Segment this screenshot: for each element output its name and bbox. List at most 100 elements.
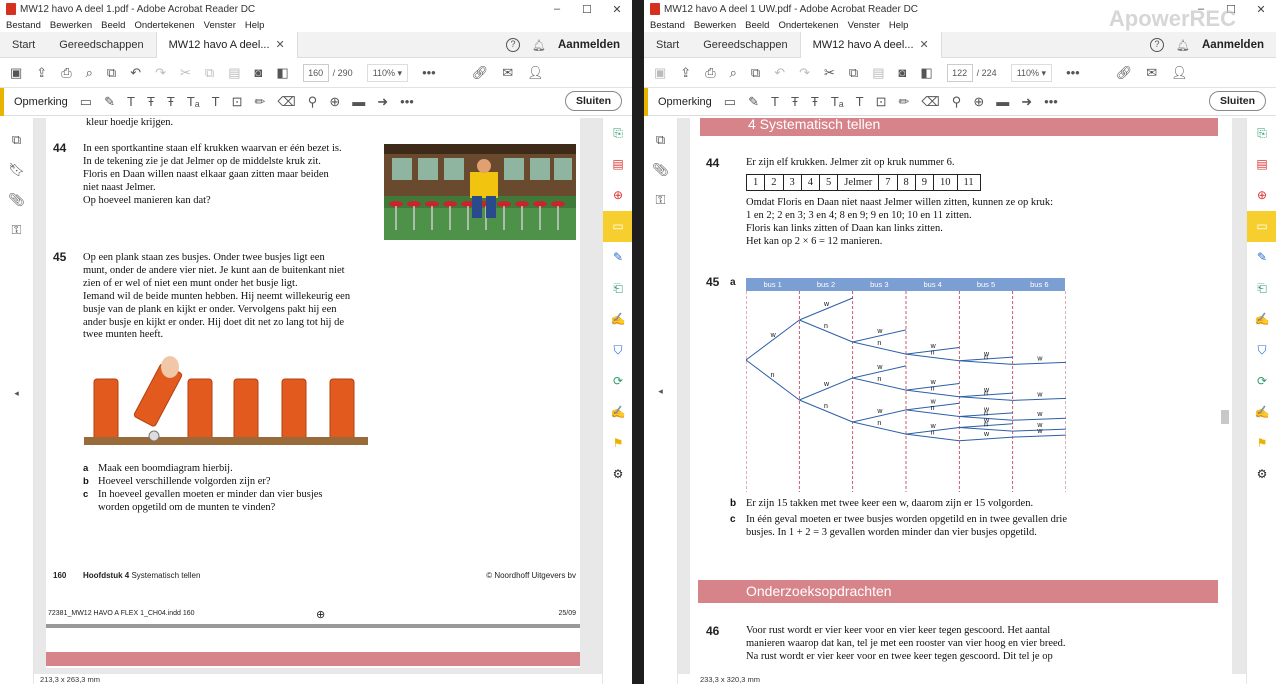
attachment-icon[interactable]: 📎︎ bbox=[0, 192, 33, 208]
edit-pdf-icon[interactable]: ✎ bbox=[603, 242, 632, 273]
comment-icon[interactable]: ▭ bbox=[80, 94, 92, 110]
textbox-icon[interactable]: ⊡ bbox=[876, 94, 887, 110]
more-icon[interactable]: ••• bbox=[422, 65, 436, 80]
strikethrough-icon[interactable]: Ŧ bbox=[791, 94, 799, 109]
insert-text-icon[interactable]: Tₐ bbox=[831, 94, 844, 109]
bell-icon[interactable]: 🔔︎ bbox=[1176, 39, 1190, 52]
save-icon[interactable]: ▣ bbox=[10, 65, 22, 81]
search-icon[interactable]: ⌕ bbox=[730, 65, 737, 81]
save-icon[interactable]: ▣ bbox=[654, 65, 666, 81]
copy-icon[interactable]: ⧉ bbox=[849, 65, 858, 81]
replace-text-icon[interactable]: Ŧ bbox=[811, 94, 819, 109]
add-user-icon[interactable]: 👤︎ bbox=[527, 65, 544, 81]
arrow-icon[interactable]: ➜ bbox=[1021, 94, 1032, 110]
link-icon[interactable]: 🔗︎ bbox=[472, 65, 489, 81]
organize-icon[interactable]: ▤ bbox=[603, 149, 632, 180]
menu-edit[interactable]: Bewerken bbox=[50, 20, 92, 31]
customize-icon[interactable]: ⚙ bbox=[603, 459, 632, 490]
add-user-icon[interactable]: 👤︎ bbox=[1171, 65, 1188, 81]
fill-sign-icon[interactable]: ✍ bbox=[603, 304, 632, 335]
menu-help[interactable]: Help bbox=[245, 20, 265, 31]
create-pdf-icon[interactable]: ⊕ bbox=[1247, 180, 1276, 211]
sign-in-button[interactable]: Aanmelden bbox=[1202, 39, 1264, 51]
help-icon[interactable]: ? bbox=[506, 38, 521, 52]
organize-icon[interactable]: ▤ bbox=[1247, 149, 1276, 180]
snapshot-icon[interactable]: ◙ bbox=[255, 65, 263, 80]
protect-icon[interactable]: ⛉ bbox=[1247, 335, 1276, 366]
link-icon[interactable]: 🔗︎ bbox=[1116, 65, 1133, 81]
strikethrough-icon[interactable]: Ŧ bbox=[147, 94, 155, 109]
menu-file[interactable]: Bestand bbox=[6, 20, 41, 31]
find-icon[interactable]: ◧ bbox=[276, 65, 288, 81]
upload-icon[interactable]: ⇪ bbox=[680, 65, 691, 81]
stamp-icon[interactable]: ⚲ bbox=[308, 94, 318, 110]
insert-text-icon[interactable]: Tₐ bbox=[187, 94, 200, 109]
arrow-icon[interactable]: ➜ bbox=[377, 94, 388, 110]
textbox-icon[interactable]: ⊡ bbox=[232, 94, 243, 110]
line-icon[interactable]: ▬ bbox=[996, 94, 1009, 109]
mail-icon[interactable]: ✉ bbox=[502, 65, 513, 81]
minimize-button[interactable]: – bbox=[542, 3, 572, 16]
edit-pdf-icon[interactable]: ✎ bbox=[1247, 242, 1276, 273]
menu-sign[interactable]: Ondertekenen bbox=[778, 20, 838, 31]
more-annot-icon[interactable]: ••• bbox=[400, 94, 414, 109]
export-pdf-icon[interactable]: ⎘ bbox=[1247, 118, 1276, 149]
print-icon[interactable]: ⎙ bbox=[705, 65, 715, 81]
customize-icon[interactable]: ⚙ bbox=[1247, 459, 1276, 490]
tab-tools[interactable]: Gereedschappen bbox=[47, 32, 155, 58]
pencil-icon[interactable]: ✏ bbox=[255, 94, 266, 110]
zoom-select[interactable]: 110% ▾ bbox=[366, 63, 409, 82]
close-annotation-button[interactable]: Sluiten bbox=[564, 91, 622, 111]
signature-icon[interactable]: ⚿ bbox=[644, 192, 677, 208]
zoom-select[interactable]: 110% ▾ bbox=[1010, 63, 1053, 82]
search-icon[interactable]: ⌕ bbox=[86, 65, 93, 81]
comment-tool-icon[interactable]: ▭ bbox=[603, 211, 632, 242]
attachment-icon[interactable]: 📎︎ bbox=[644, 162, 677, 178]
redo-icon[interactable]: ↷ bbox=[155, 65, 166, 81]
tab-start[interactable]: Start bbox=[644, 32, 691, 58]
find-icon[interactable]: ◧ bbox=[920, 65, 932, 81]
menu-edit[interactable]: Bewerken bbox=[694, 20, 736, 31]
combine-icon[interactable]: ⎗ bbox=[1247, 273, 1276, 304]
undo-icon[interactable]: ↶ bbox=[130, 65, 141, 81]
menu-sign[interactable]: Ondertekenen bbox=[134, 20, 194, 31]
bookmark-icon[interactable]: 🔖︎ bbox=[0, 162, 33, 178]
menu-window[interactable]: Venster bbox=[204, 20, 236, 31]
menu-view[interactable]: Beeld bbox=[101, 20, 125, 31]
stamp-icon[interactable]: ⚲ bbox=[952, 94, 962, 110]
add-text-icon[interactable]: T bbox=[856, 94, 864, 109]
tab-start[interactable]: Start bbox=[0, 32, 47, 58]
pages-icon[interactable]: ⧉ bbox=[0, 132, 33, 148]
close-tab-icon[interactable]: ✕ bbox=[920, 39, 929, 51]
pencil-icon[interactable]: ✏ bbox=[899, 94, 910, 110]
replace-text-icon[interactable]: Ŧ bbox=[167, 94, 175, 109]
attach-icon[interactable]: ⊕ bbox=[973, 94, 984, 110]
cut-icon[interactable]: ✂ bbox=[180, 65, 191, 81]
collapse-left-icon[interactable]: ◂ bbox=[0, 388, 33, 399]
share-file-icon[interactable]: ⧉ bbox=[751, 65, 760, 81]
paste-icon[interactable]: ▤ bbox=[872, 65, 884, 81]
menu-file[interactable]: Bestand bbox=[650, 20, 685, 31]
menu-help[interactable]: Help bbox=[889, 20, 909, 31]
eraser-icon[interactable]: ⌫ bbox=[277, 94, 295, 110]
close-window-button[interactable]: ✕ bbox=[602, 3, 632, 16]
copy-icon[interactable]: ⧉ bbox=[205, 65, 214, 81]
menu-view[interactable]: Beeld bbox=[745, 20, 769, 31]
undo-icon[interactable]: ↶ bbox=[774, 65, 785, 81]
tab-document[interactable]: MW12 havo A deel... ✕ bbox=[155, 31, 298, 58]
eraser-icon[interactable]: ⌫ bbox=[921, 94, 939, 110]
vertical-scrollbar[interactable] bbox=[1218, 118, 1232, 674]
cut-icon[interactable]: ✂ bbox=[824, 65, 835, 81]
more-tools-yellow-icon[interactable]: ⚑ bbox=[1247, 428, 1276, 459]
optimize-icon[interactable]: ⟳ bbox=[603, 366, 632, 397]
paste-icon[interactable]: ▤ bbox=[228, 65, 240, 81]
document-viewport[interactable]: kleur hoedje krijgen. 44 In een sportkan… bbox=[34, 118, 602, 674]
send-sign-icon[interactable]: ✍ bbox=[603, 397, 632, 428]
page-number-input[interactable]: 122 bbox=[946, 63, 973, 82]
maximize-button[interactable]: ☐ bbox=[572, 3, 602, 16]
add-text-icon[interactable]: T bbox=[212, 94, 220, 109]
snapshot-icon[interactable]: ◙ bbox=[899, 65, 907, 80]
bell-icon[interactable]: 🔔︎ bbox=[532, 39, 546, 52]
menu-window[interactable]: Venster bbox=[848, 20, 880, 31]
fill-sign-icon[interactable]: ✍ bbox=[1247, 304, 1276, 335]
